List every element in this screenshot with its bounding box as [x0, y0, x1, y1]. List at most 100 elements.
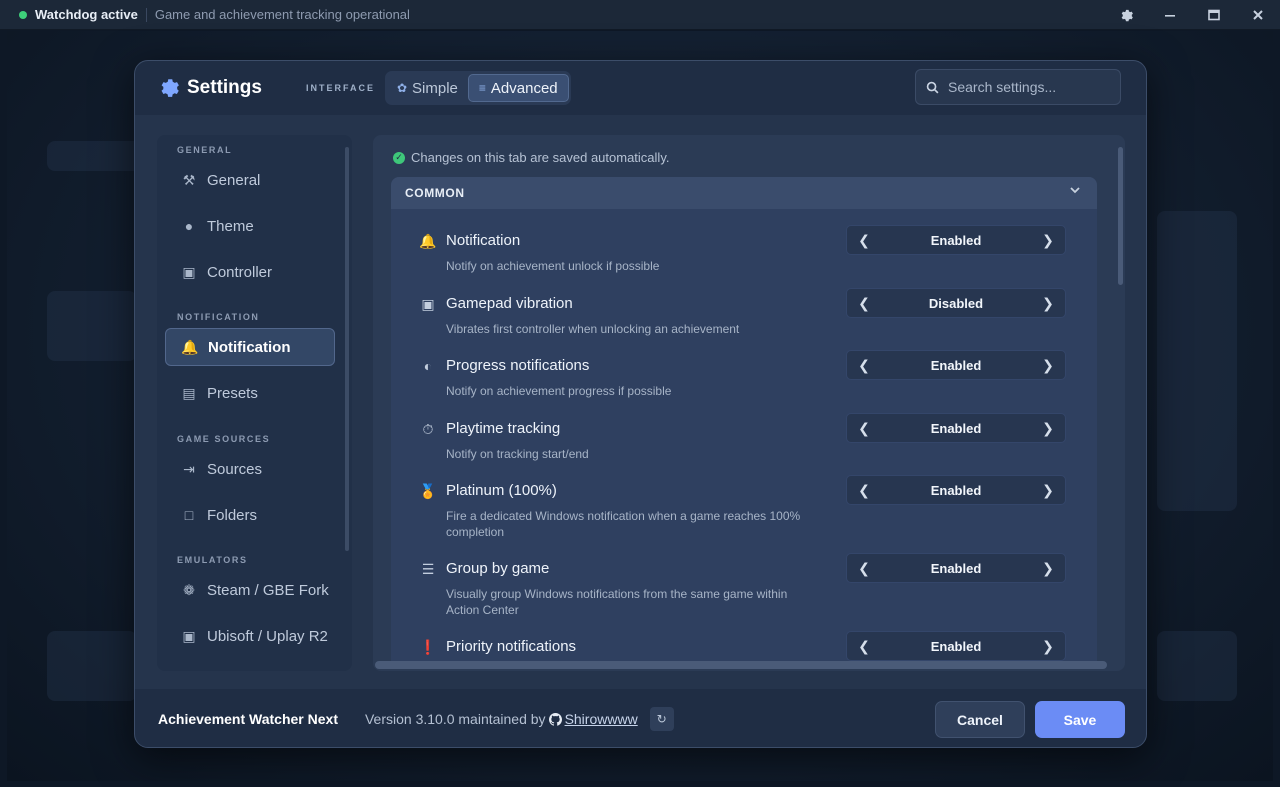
common-section-header[interactable]: COMMON: [391, 177, 1097, 209]
chevron-left-icon[interactable]: ❮: [847, 357, 881, 374]
content-horizontal-scrollbar[interactable]: [375, 661, 1107, 669]
common-section-panel: COMMON 🔔 Notification Notify on achievem…: [391, 177, 1097, 667]
chevron-right-icon[interactable]: ❯: [1031, 420, 1065, 437]
setting-description: Notify on achievement progress if possib…: [446, 384, 672, 398]
chevron-right-icon[interactable]: ❯: [1031, 232, 1065, 249]
sidebar-item-presets[interactable]: ▤ Presets: [165, 374, 335, 412]
sidebar-item-label: Presets: [207, 384, 258, 402]
bell-icon: 🔔: [419, 233, 437, 249]
stepper-value: Enabled: [930, 232, 982, 248]
sidebar-item-ubisoft-uplay[interactable]: ▣ Ubisoft / Uplay R2: [165, 617, 335, 655]
chevron-left-icon[interactable]: ❮: [847, 420, 881, 437]
maximize-button[interactable]: [1192, 0, 1236, 30]
medal-icon: 🏅: [419, 483, 437, 499]
version-text: Version 3.10.0 maintained by: [364, 711, 546, 727]
setting-description: Notify on achievement unlock if possible: [446, 259, 660, 273]
sidebar-item-label: Folders: [207, 506, 258, 524]
save-button[interactable]: Save: [1035, 701, 1125, 738]
file-import-icon: ⇥: [183, 460, 195, 477]
setting-description: Visually group Windows notifications fro…: [446, 587, 788, 617]
sidebar-item-theme[interactable]: ● Theme: [165, 207, 335, 245]
chevron-left-icon[interactable]: ❮: [847, 638, 881, 655]
chevron-left-icon[interactable]: ❮: [847, 482, 881, 499]
modal-footer: Achievement Watcher Next Version 3.10.0 …: [135, 689, 1146, 747]
window-controls: [1104, 0, 1280, 30]
group-by-game-stepper: ❮ Enabled ❯: [846, 553, 1066, 583]
settings-content: ✓ Changes on this tab are saved automati…: [373, 135, 1125, 671]
sidebar-item-folders[interactable]: □ Folders: [165, 496, 335, 534]
close-icon: [1253, 10, 1263, 20]
watchdog-status: Watchdog active: [35, 7, 138, 22]
gamepad-icon: ▣: [421, 296, 435, 312]
mode-advanced-button[interactable]: ≡ Advanced: [467, 74, 569, 102]
section-title: COMMON: [405, 186, 465, 200]
stepper-value: Enabled: [930, 560, 982, 576]
settings-gear-button[interactable]: [1104, 0, 1148, 30]
chevron-left-icon[interactable]: ❮: [847, 232, 881, 249]
chevron-right-icon[interactable]: ❯: [1031, 638, 1065, 655]
exclamation-icon: ❗: [419, 639, 437, 655]
playtime-tracking-stepper: ❮ Enabled ❯: [846, 413, 1066, 443]
settings-modal: Settings INTERFACE ✿ Simple ≡ Advanced G…: [134, 60, 1147, 748]
sidebar-item-label: Steam / GBE Fork: [207, 581, 329, 599]
chevron-down-icon: [1070, 187, 1080, 194]
version-info: Version 3.10.0 maintained by Shirowwww: [365, 711, 638, 727]
chevron-left-icon[interactable]: ❮: [847, 560, 881, 577]
search-input[interactable]: [948, 79, 1108, 95]
content-vertical-scrollbar[interactable]: [1118, 147, 1123, 285]
steam-icon: ❁: [183, 581, 195, 598]
settings-sidebar: GENERAL ⚒ General ● Theme ▣ Controller N…: [157, 135, 352, 671]
progress-notifications-stepper: ❮ Enabled ❯: [846, 350, 1066, 380]
github-icon: [548, 712, 562, 726]
maximize-icon: [1208, 9, 1220, 21]
chevron-right-icon[interactable]: ❯: [1031, 357, 1065, 374]
chevron-right-icon[interactable]: ❯: [1031, 295, 1065, 312]
setting-description: Notify on tracking start/end: [446, 447, 589, 461]
cancel-button[interactable]: Cancel: [935, 701, 1025, 738]
folder-icon: □: [184, 507, 194, 523]
gamepad-vibration-stepper: ❮ Disabled ❯: [846, 288, 1066, 318]
sidebar-item-general[interactable]: ⚒ General: [165, 161, 335, 199]
sidebar-item-notification[interactable]: 🔔 Notification: [165, 328, 335, 366]
notification-stepper: ❮ Enabled ❯: [846, 225, 1066, 255]
mode-simple-label: Simple: [412, 79, 458, 97]
refresh-icon: ↻: [656, 712, 667, 726]
chevron-left-icon[interactable]: ❮: [847, 295, 881, 312]
minimize-button[interactable]: [1148, 0, 1192, 30]
check-circle-icon: ✓: [393, 151, 405, 164]
mode-simple-button[interactable]: ✿ Simple: [387, 74, 468, 102]
autosave-note: ✓ Changes on this tab are saved automati…: [393, 150, 669, 165]
palette-icon: ●: [184, 218, 194, 234]
gear-icon: [1121, 9, 1133, 21]
stepper-value: Enabled: [930, 638, 982, 654]
chevron-right-icon[interactable]: ❯: [1031, 482, 1065, 499]
setting-label: Notification: [446, 232, 521, 249]
mode-advanced-label: Advanced: [490, 79, 558, 97]
sidebar-section-game-sources: GAME SOURCES: [177, 434, 271, 444]
page-title: Settings: [187, 77, 262, 98]
stepper-value: Disabled: [928, 295, 984, 311]
chevron-right-icon[interactable]: ❯: [1031, 560, 1065, 577]
setting-description: Vibrates first controller when unlocking…: [446, 322, 740, 336]
stepper-value: Enabled: [930, 420, 982, 436]
watchdog-subtitle: Game and achievement tracking operationa…: [154, 7, 410, 22]
sidebar-item-sources[interactable]: ⇥ Sources: [165, 450, 335, 488]
close-button[interactable]: [1236, 0, 1280, 30]
author-link[interactable]: Shirowwww: [565, 711, 638, 727]
setting-label: Priority notifications: [446, 638, 577, 655]
interface-mode-toggle: ✿ Simple ≡ Advanced: [384, 71, 571, 105]
check-update-button[interactable]: ↻: [649, 707, 674, 731]
sidebar-section-notification: NOTIFICATION: [177, 312, 260, 322]
stopwatch-icon: ⏱: [422, 421, 434, 437]
app-name: Achievement Watcher Next: [158, 711, 338, 727]
sidebar-item-controller[interactable]: ▣ Controller: [165, 253, 335, 291]
setting-label: Gamepad vibration: [446, 295, 573, 312]
modal-header: Settings INTERFACE ✿ Simple ≡ Advanced: [135, 61, 1146, 115]
setting-label: Platinum (100%): [446, 482, 557, 499]
sidebar-item-label: General: [207, 171, 261, 189]
sidebar-item-steam-gbe[interactable]: ❁ Steam / GBE Fork: [165, 571, 335, 609]
sidebar-scrollbar[interactable]: [345, 147, 349, 551]
titlebar-divider: [145, 7, 147, 22]
leaf-icon: ✿: [396, 81, 408, 95]
interface-label: INTERFACE: [305, 83, 375, 93]
